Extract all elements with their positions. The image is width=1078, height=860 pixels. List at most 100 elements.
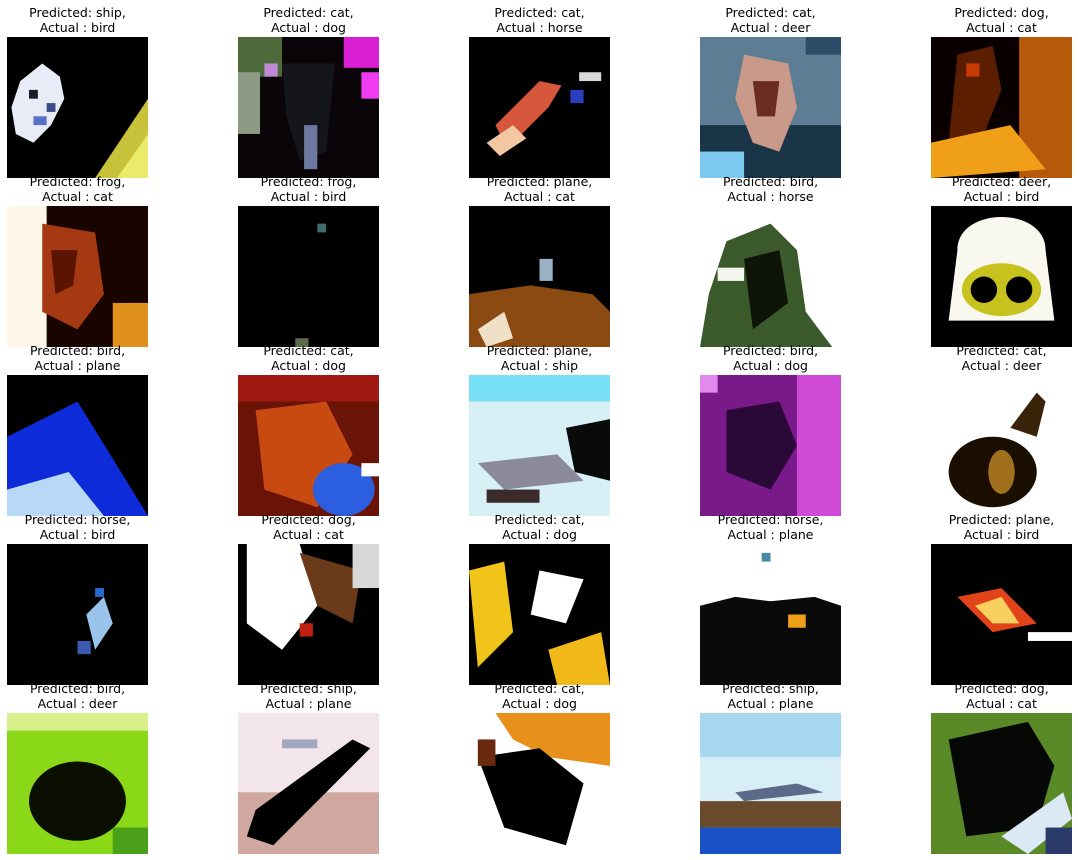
actual-label: Actual : plane [727, 696, 814, 711]
panel-title: Predicted: cat, Actual : dog [429, 512, 650, 542]
image-thumbnail [7, 544, 148, 685]
image-thumbnail [469, 713, 610, 854]
image-thumbnail [931, 544, 1072, 685]
actual-label: Actual : dog [502, 527, 577, 542]
image-thumbnail [700, 206, 841, 347]
image-thumbnail [238, 375, 379, 516]
image-thumbnail [931, 713, 1072, 854]
panel-title: Predicted: dog, Actual : cat [198, 512, 419, 542]
panel-title: Predicted: horse, Actual : bird [0, 512, 188, 542]
panel-title: Predicted: cat, Actual : horse [429, 5, 650, 35]
image-thumbnail [469, 375, 610, 516]
panel-title: Predicted: bird, Actual : dog [660, 343, 881, 373]
image-thumbnail [469, 206, 610, 347]
actual-label: Actual : cat [966, 696, 1037, 711]
actual-label: Actual : bird [39, 527, 116, 542]
image-thumbnail [7, 37, 148, 178]
predicted-label: Predicted: deer, [951, 174, 1052, 189]
predicted-label: Predicted: dog, [954, 5, 1049, 20]
panel-title: Predicted: ship, Actual : bird [0, 5, 188, 35]
image-thumbnail [700, 375, 841, 516]
actual-label: Actual : bird [963, 189, 1040, 204]
image-thumbnail [931, 37, 1072, 178]
panel-title: Predicted: dog, Actual : cat [891, 681, 1078, 711]
image-thumbnail [700, 544, 841, 685]
predicted-label: Predicted: horse, [717, 512, 824, 527]
panel-title: Predicted: bird, Actual : plane [0, 343, 188, 373]
predicted-label: Predicted: bird, [722, 174, 819, 189]
panel-title: Predicted: bird, Actual : horse [660, 174, 881, 204]
image-thumbnail [700, 713, 841, 854]
image-thumbnail [931, 206, 1072, 347]
image-thumbnail [7, 375, 148, 516]
predicted-label: Predicted: ship, [260, 681, 357, 696]
predicted-label: Predicted: ship, [722, 681, 819, 696]
actual-label: Actual : horse [496, 20, 583, 35]
panel-title: Predicted: dog, Actual : cat [891, 5, 1078, 35]
predicted-label: Predicted: cat, [263, 343, 354, 358]
panel-title: Predicted: ship, Actual : plane [198, 681, 419, 711]
actual-label: Actual : bird [270, 189, 347, 204]
predicted-label: Predicted: bird, [722, 343, 819, 358]
actual-label: Actual : plane [34, 358, 121, 373]
predicted-label: Predicted: plane, [486, 343, 593, 358]
predicted-label: Predicted: cat, [725, 5, 816, 20]
predicted-label: Predicted: frog, [29, 174, 126, 189]
image-thumbnail [238, 37, 379, 178]
predicted-label: Predicted: cat, [494, 5, 585, 20]
panel-title: Predicted: ship, Actual : plane [660, 681, 881, 711]
actual-label: Actual : bird [963, 527, 1040, 542]
image-thumbnail [700, 37, 841, 178]
predicted-label: Predicted: ship, [29, 5, 126, 20]
panel-title: Predicted: deer, Actual : bird [891, 174, 1078, 204]
actual-label: Actual : deer [730, 20, 811, 35]
actual-label: Actual : ship [500, 358, 579, 373]
panel-title: Predicted: cat, Actual : deer [891, 343, 1078, 373]
panel-title: Predicted: plane, Actual : bird [891, 512, 1078, 542]
panel-title: Predicted: plane, Actual : ship [429, 343, 650, 373]
predicted-label: Predicted: cat, [956, 343, 1047, 358]
actual-label: Actual : horse [727, 189, 814, 204]
actual-label: Actual : dog [271, 20, 346, 35]
image-thumbnail [931, 375, 1072, 516]
panel-title: Predicted: cat, Actual : dog [198, 343, 419, 373]
actual-label: Actual : cat [273, 527, 344, 542]
predicted-label: Predicted: bird, [29, 681, 126, 696]
predicted-label: Predicted: horse, [24, 512, 131, 527]
panel-title: Predicted: frog, Actual : bird [198, 174, 419, 204]
actual-label: Actual : plane [265, 696, 352, 711]
actual-label: Actual : dog [733, 358, 808, 373]
predicted-label: Predicted: cat, [494, 512, 585, 527]
panel-title: Predicted: horse, Actual : plane [660, 512, 881, 542]
image-thumbnail [469, 37, 610, 178]
predicted-label: Predicted: bird, [29, 343, 126, 358]
predicted-label: Predicted: dog, [261, 512, 356, 527]
actual-label: Actual : bird [39, 20, 116, 35]
actual-label: Actual : deer [37, 696, 118, 711]
image-thumbnail [238, 206, 379, 347]
actual-label: Actual : dog [502, 696, 577, 711]
actual-label: Actual : dog [271, 358, 346, 373]
actual-label: Actual : cat [42, 189, 113, 204]
actual-label: Actual : cat [504, 189, 575, 204]
actual-label: Actual : plane [727, 527, 814, 542]
panel-title: Predicted: plane, Actual : cat [429, 174, 650, 204]
actual-label: Actual : deer [961, 358, 1042, 373]
panel-title: Predicted: cat, Actual : dog [429, 681, 650, 711]
actual-label: Actual : cat [966, 20, 1037, 35]
image-thumbnail [238, 544, 379, 685]
panel-title: Predicted: cat, Actual : dog [198, 5, 419, 35]
panel-title: Predicted: frog, Actual : cat [0, 174, 188, 204]
predicted-label: Predicted: cat, [494, 681, 585, 696]
predicted-label: Predicted: frog, [260, 174, 357, 189]
predicted-label: Predicted: plane, [948, 512, 1055, 527]
predicted-label: Predicted: dog, [954, 681, 1049, 696]
panel-title: Predicted: bird, Actual : deer [0, 681, 188, 711]
image-thumbnail [7, 713, 148, 854]
predicted-label: Predicted: plane, [486, 174, 593, 189]
image-thumbnail [238, 713, 379, 854]
panel-title: Predicted: cat, Actual : deer [660, 5, 881, 35]
image-thumbnail [7, 206, 148, 347]
predicted-label: Predicted: cat, [263, 5, 354, 20]
image-thumbnail [469, 544, 610, 685]
